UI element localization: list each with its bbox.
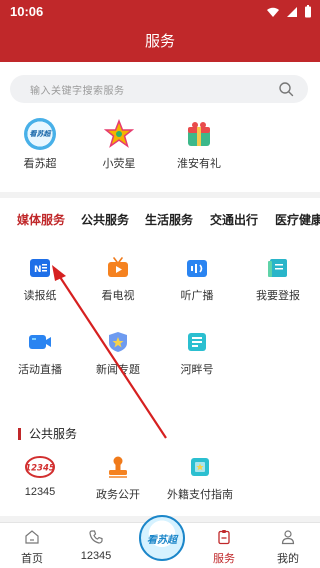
nav-label: 我的 bbox=[277, 553, 299, 565]
quick-link-xiaoyingxing[interactable]: 小荧星 bbox=[84, 118, 154, 171]
service-label: 读报纸 bbox=[23, 290, 57, 302]
service-riverside[interactable]: 河畔号 bbox=[167, 330, 227, 377]
services-clipboard-icon bbox=[194, 528, 254, 546]
phone-icon bbox=[66, 528, 126, 546]
service-live-events[interactable]: 活动直播 bbox=[10, 330, 70, 377]
kansuchao-badge-text: 看苏超 bbox=[29, 131, 51, 138]
service-label: 12345 bbox=[24, 486, 56, 498]
nav-label: 12345 bbox=[80, 550, 112, 562]
service-government-affairs[interactable]: 政务公开 bbox=[88, 455, 148, 502]
nav-12345[interactable]: 12345 bbox=[66, 528, 126, 562]
publish-icon bbox=[265, 256, 291, 280]
service-label: 河畔号 bbox=[180, 364, 214, 376]
nav-home[interactable]: 首页 bbox=[2, 528, 62, 566]
quick-link-label: 看苏超 bbox=[23, 158, 57, 170]
status-bar: 10:06 bbox=[0, 0, 320, 24]
tab-public-services[interactable]: 公共服务 bbox=[81, 211, 129, 228]
page-title: 服务 bbox=[144, 33, 175, 50]
nav-label: 服务 bbox=[213, 553, 235, 565]
title-bar: 服务 bbox=[0, 24, 320, 62]
service-12345[interactable]: 12345 12345 bbox=[10, 455, 70, 498]
service-listen-radio[interactable]: 听广播 bbox=[167, 256, 227, 303]
newspaper-icon: N bbox=[27, 256, 53, 280]
service-watch-tv[interactable]: 看电视 bbox=[88, 256, 148, 303]
search-placeholder: 输入关键字搜索服务 bbox=[30, 86, 125, 97]
status-icons bbox=[266, 5, 312, 18]
quick-link-label: 小荧星 bbox=[102, 158, 136, 170]
gift-icon bbox=[183, 118, 215, 150]
quick-link-label: 淮安有礼 bbox=[177, 158, 221, 170]
tab-transport[interactable]: 交通出行 bbox=[210, 211, 258, 228]
nav-label: 首页 bbox=[21, 553, 43, 565]
user-icon bbox=[258, 528, 318, 546]
tab-media-services[interactable]: 媒体服务 bbox=[17, 211, 65, 228]
wifi-icon bbox=[267, 7, 279, 17]
signal-icon bbox=[287, 6, 297, 17]
nav-services[interactable]: 服务 bbox=[194, 528, 254, 566]
stamp-icon bbox=[105, 455, 131, 479]
section-title-public-services: 公共服务 bbox=[18, 428, 77, 440]
badge-star-icon bbox=[105, 330, 131, 354]
center-logo-text: 看苏超 bbox=[147, 534, 177, 546]
service-label: 活动直播 bbox=[18, 364, 62, 376]
status-time: 10:06 bbox=[10, 4, 44, 19]
service-label: 我要登报 bbox=[256, 290, 300, 302]
service-label: 看电视 bbox=[101, 290, 135, 302]
kansuchao-logo-icon: 看苏超 bbox=[24, 118, 56, 150]
service-label: 新闻专题 bbox=[96, 364, 140, 376]
star-icon bbox=[103, 118, 135, 150]
nav-profile[interactable]: 我的 bbox=[258, 528, 318, 566]
service-read-newspaper[interactable]: N 读报纸 bbox=[10, 256, 70, 303]
search-box[interactable]: 输入关键字搜索服务 bbox=[10, 75, 308, 103]
service-label: 外籍支付指南 bbox=[167, 489, 233, 501]
svg-text:12345: 12345 bbox=[25, 464, 55, 474]
tab-healthcare[interactable]: 医疗健康 bbox=[275, 211, 320, 228]
document-icon bbox=[184, 330, 210, 354]
video-camera-icon bbox=[27, 330, 53, 354]
service-publish-notice[interactable]: 我要登报 bbox=[248, 256, 308, 303]
service-tabs: 媒体服务 公共服务 生活服务 交通出行 医疗健康 bbox=[0, 211, 320, 233]
hotline-12345-icon: 12345 bbox=[25, 455, 55, 479]
payment-guide-icon bbox=[187, 455, 213, 479]
battery-icon bbox=[305, 5, 311, 18]
home-icon bbox=[2, 528, 62, 546]
service-foreign-payment-guide[interactable]: 外籍支付指南 bbox=[167, 455, 233, 502]
service-label: 政务公开 bbox=[96, 489, 140, 501]
service-label: 听广播 bbox=[180, 290, 214, 302]
tv-icon bbox=[105, 256, 131, 280]
quick-link-huaian-youli[interactable]: 淮安有礼 bbox=[164, 118, 234, 171]
tab-life-services[interactable]: 生活服务 bbox=[145, 211, 193, 228]
service-news-topics[interactable]: 新闻专题 bbox=[88, 330, 148, 377]
svg-text:N: N bbox=[34, 265, 42, 275]
center-logo-button[interactable]: 看苏超 bbox=[139, 515, 185, 561]
search-icon[interactable] bbox=[278, 81, 294, 102]
radio-icon bbox=[184, 256, 210, 280]
quick-link-kansuchao[interactable]: 看苏超 看苏超 bbox=[5, 118, 75, 171]
